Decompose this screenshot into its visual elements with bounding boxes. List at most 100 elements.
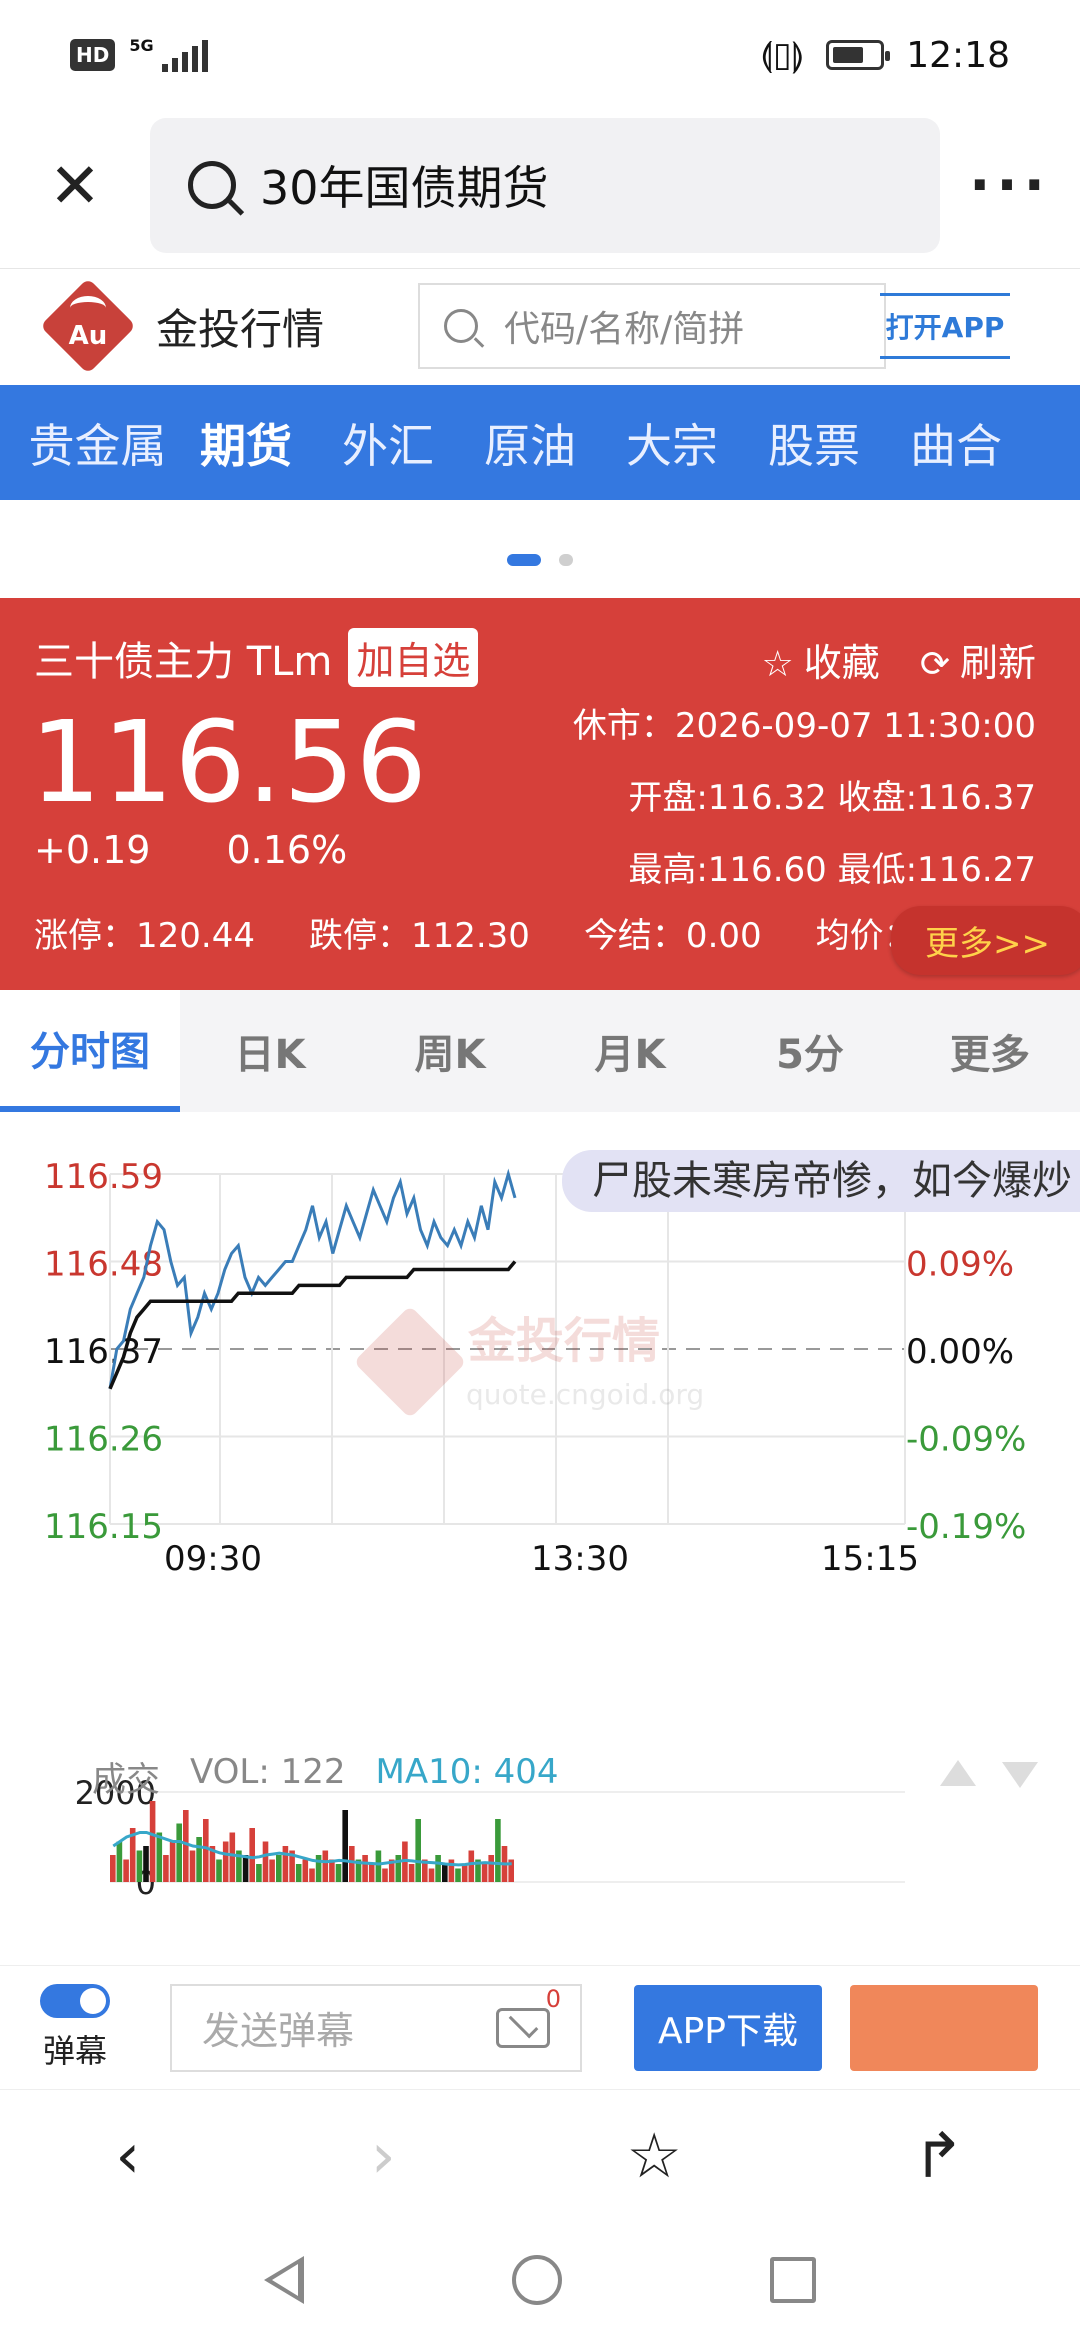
volume-bar: [495, 1819, 501, 1882]
add-watchlist-button[interactable]: 加自选: [348, 628, 479, 687]
volume-bar: [461, 1864, 468, 1882]
category-tab-0[interactable]: 贵金属: [0, 410, 175, 476]
price-tick-label: 116.15: [44, 1507, 163, 1547]
browser-search-field[interactable]: 30年国债期货: [150, 117, 940, 253]
search-icon: [444, 309, 479, 343]
more-dots-icon[interactable]: ···: [940, 153, 1080, 218]
refresh-icon: ⟳: [919, 644, 950, 685]
volume-bar: [229, 1832, 236, 1882]
danmu-bubble: 尸股未寒房帝惨，如今爆炒: [562, 1150, 1080, 1212]
refresh-button[interactable]: ⟳ 刷新: [920, 632, 1036, 687]
danmu-input[interactable]: 发送弹幕 0: [170, 1983, 582, 2072]
close-icon[interactable]: ✕: [0, 115, 150, 255]
scroll-down-icon[interactable]: [1002, 1762, 1038, 1788]
volume-bar: [481, 1864, 488, 1882]
volume-bar: [242, 1855, 249, 1882]
more-button[interactable]: 更多>>: [891, 906, 1080, 975]
scroll-up-icon[interactable]: [940, 1760, 976, 1786]
intraday-chart[interactable]: 116.59116.48116.37116.26116.150.19%0.09%…: [0, 1112, 1080, 1932]
message-icon[interactable]: 0: [496, 1985, 561, 2048]
volume-bar: [342, 1810, 348, 1882]
browser-search-bar: ✕ 30年国债期货 ···: [0, 115, 1080, 255]
category-tab-1[interactable]: 期货: [175, 410, 317, 476]
forward-icon[interactable]: ›: [371, 2119, 396, 2192]
volume-label: 成交: [92, 1760, 160, 1800]
time-tick-label: 15:15: [821, 1539, 919, 1579]
app-download-button[interactable]: APP下载: [634, 1984, 822, 2071]
volume-bar: [375, 1850, 382, 1882]
price-tick-label: 116.26: [44, 1420, 163, 1460]
danmu-placeholder: 发送弹幕: [202, 2009, 355, 2053]
open-close: 开盘:116.32 收盘:116.37: [628, 778, 1036, 818]
chart-tab-1[interactable]: 日K: [180, 990, 360, 1112]
site-search-input[interactable]: 代码/名称/简拼: [418, 283, 887, 369]
chart-tab-3[interactable]: 月K: [540, 990, 720, 1112]
volume-bar: [435, 1855, 441, 1882]
quote-title-row: 三十债主力 TLm 加自选: [34, 628, 479, 687]
status-left: HD 5G: [70, 38, 208, 72]
pct-tick-label: -0.19%: [906, 1507, 1026, 1547]
site-search-placeholder: 代码/名称/简拼: [504, 309, 745, 350]
open-app-button[interactable]: 打开APP: [880, 293, 1011, 359]
volume-bar: [262, 1841, 269, 1882]
volume-bar: [442, 1864, 448, 1882]
system-back-icon[interactable]: [264, 2256, 304, 2304]
volume-bar: [335, 1864, 342, 1882]
pct-tick-label: -0.09%: [906, 1420, 1026, 1460]
volume-bar: [382, 1868, 388, 1882]
site-logo[interactable]: Au: [39, 277, 137, 375]
pager-dot[interactable]: [559, 554, 573, 566]
share-icon[interactable]: ↱: [913, 2119, 965, 2192]
vibrate-icon: ⟬▯⟭: [760, 35, 805, 75]
volume-bar: [149, 1801, 156, 1882]
system-nav-bar: [0, 2220, 1080, 2340]
search-query: 30年国债期货: [260, 161, 549, 215]
star-icon: ☆: [761, 644, 794, 685]
last-price: 116.56: [30, 698, 428, 828]
category-tab-6[interactable]: 曲合: [885, 410, 1027, 476]
volume-bar: [455, 1868, 461, 1882]
chart-tab-4[interactable]: 5分: [720, 990, 900, 1112]
category-tab-3[interactable]: 原油: [459, 410, 601, 476]
volume-bar: [256, 1864, 262, 1882]
favorite-button[interactable]: ☆ 收藏: [762, 632, 880, 687]
browser-bottom-bar: ‹ › ☆ ↱: [0, 2090, 1080, 2220]
price-change-row: +0.19 0.16%: [34, 828, 347, 872]
volume-bar: [302, 1859, 309, 1882]
watermark-url: quote.cngoid.org: [466, 1378, 704, 1411]
danmu-bar: 弹幕 发送弹幕 0 APP下载: [0, 1965, 1080, 2090]
volume-bar: [415, 1819, 421, 1882]
volume-bar: [488, 1855, 494, 1882]
volume-bar: [349, 1846, 355, 1882]
chart-tab-2[interactable]: 周K: [360, 990, 540, 1112]
search-icon: [188, 161, 236, 209]
volume-bar: [169, 1841, 176, 1882]
battery-icon: [826, 40, 891, 70]
pager-dot-active[interactable]: [507, 554, 541, 566]
orange-action-button[interactable]: [850, 1984, 1038, 2071]
volume-bar: [282, 1846, 289, 1882]
status-right: ⟬▯⟭ 12:18: [760, 35, 1010, 76]
back-icon[interactable]: ‹: [115, 2119, 140, 2192]
category-tab-2[interactable]: 外汇: [317, 410, 459, 476]
contract-title: 三十债主力 TLm: [34, 638, 333, 685]
danmu-toggle[interactable]: [40, 1983, 110, 2018]
category-tab-5[interactable]: 股票: [743, 410, 885, 476]
message-count: 0: [545, 1984, 561, 2013]
volume-bar: [196, 1837, 202, 1882]
signal-icon: 5G: [129, 38, 208, 72]
bookmark-star-icon[interactable]: ☆: [626, 2119, 682, 2192]
volume-bar: [216, 1859, 222, 1882]
system-home-icon[interactable]: [512, 2255, 562, 2305]
site-header: Au 金投行情 代码/名称/简拼 打开APP: [0, 268, 1080, 383]
quote-stats: 休市：2026-09-07 11:30:00 开盘:116.32 收盘:116.…: [573, 690, 1036, 906]
category-tab-4[interactable]: 大宗: [601, 410, 743, 476]
price-tick-label: 116.59: [44, 1157, 163, 1197]
system-recents-icon[interactable]: [770, 2257, 816, 2303]
chart-tab-5[interactable]: 更多: [900, 990, 1080, 1112]
status-time: 12:18: [906, 34, 1010, 76]
volume-bar: [189, 1850, 196, 1882]
chart-tab-0[interactable]: 分时图: [0, 990, 180, 1112]
volume-bar: [276, 1855, 282, 1882]
quote-limits: 涨停：120.44 跌停：112.30 今结：0.00 均价：: [34, 908, 918, 957]
